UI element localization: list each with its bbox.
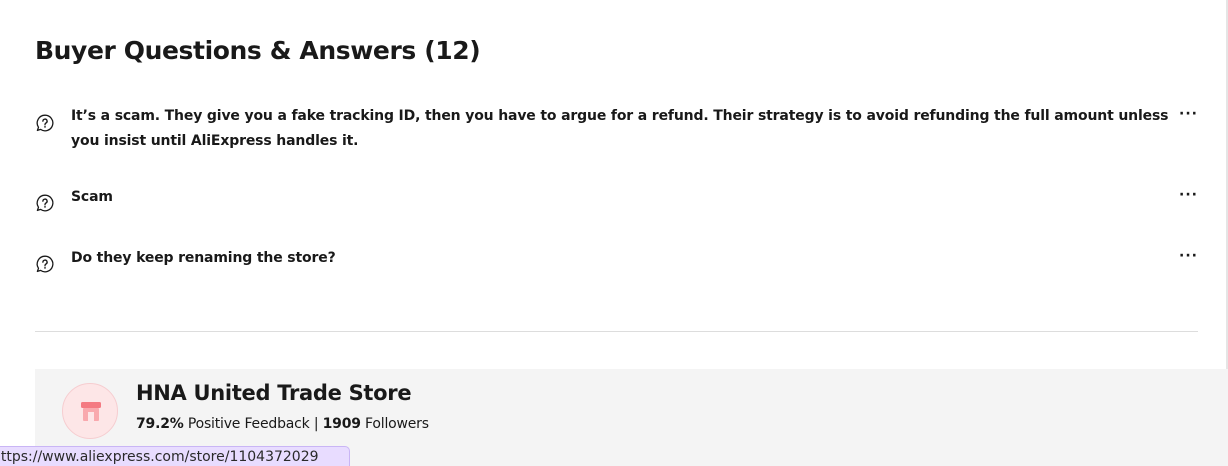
question-text: Do they keep renaming the store? bbox=[71, 250, 336, 266]
more-options-button[interactable]: ··· bbox=[1176, 248, 1198, 268]
section-divider bbox=[35, 331, 1198, 332]
more-options-button[interactable]: ··· bbox=[1176, 106, 1198, 126]
store-logo[interactable] bbox=[62, 383, 118, 439]
question-text: Scam bbox=[71, 189, 113, 205]
followers-label: Followers bbox=[365, 416, 429, 432]
positive-feedback-value: 79.2% bbox=[136, 416, 184, 432]
more-options-button[interactable]: ··· bbox=[1176, 187, 1198, 207]
positive-feedback-label: Positive Feedback bbox=[187, 416, 310, 432]
question-icon bbox=[35, 193, 55, 213]
store-front-icon bbox=[81, 402, 101, 421]
question-icon bbox=[35, 113, 55, 133]
stats-separator: | bbox=[313, 416, 319, 432]
hover-url: https://www.aliexpress.com/store/1104372… bbox=[0, 449, 319, 465]
question-text: It’s a scam. They give you a fake tracki… bbox=[71, 108, 1169, 149]
question-icon bbox=[35, 254, 55, 274]
store-name[interactable]: HNA United Trade Store bbox=[136, 381, 412, 405]
link-status-bar: https://www.aliexpress.com/store/1104372… bbox=[0, 446, 350, 466]
store-stats: 79.2% Positive Feedback | 1909 Followers bbox=[136, 416, 429, 432]
followers-count: 1909 bbox=[322, 416, 361, 432]
section-title: Buyer Questions & Answers (12) bbox=[35, 36, 481, 65]
